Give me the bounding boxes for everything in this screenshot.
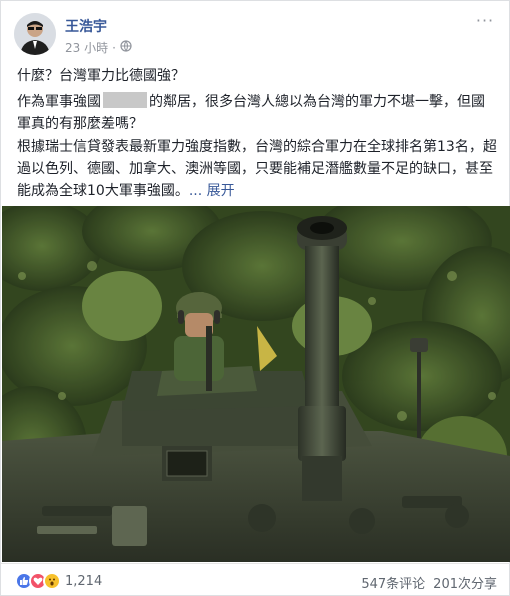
post-text-paragraph2: 作為軍事強國 的鄰居，很多台灣人總以為台灣的軍力不堪一擊，但國軍真的有那麼差嗎？ [17,91,497,135]
engagement-stats: 547条评论 201次分享 [361,573,497,592]
meta-separator: · [112,40,116,55]
reaction-count: 1,214 [65,573,103,589]
wow-icon [43,572,61,590]
author-name[interactable]: 王浩宇 [65,16,107,36]
post-meta: 23 小時 · [65,39,132,56]
comments-count-link[interactable]: 547条评论 [361,573,425,592]
author-avatar[interactable] [14,13,56,55]
more-options-button[interactable]: ··· [471,11,499,31]
paragraph3-body: 根據瑞士信貸發表最新軍力強度指數，台灣的綜合軍力在全球排名第13名，超過以色列、… [17,139,497,199]
paragraph2-part-a: 作為軍事強國 [17,94,101,110]
post-photo-tank-soldier[interactable] [2,206,510,562]
globe-icon[interactable] [120,40,132,55]
post-text-paragraph3: 根據瑞士信貸發表最新軍力強度指數，台灣的綜合軍力在全球排名第13名，超過以色列、… [17,136,497,202]
see-more-link[interactable]: ... 展开 [189,183,235,199]
reactions-summary[interactable]: 1,214 [15,572,102,590]
redaction-block [103,92,147,108]
shares-count-link[interactable]: 201次分享 [433,573,497,592]
post-footer: 1,214 547条评论 201次分享 [1,563,510,596]
facebook-post-card: 王浩宇 23 小時 · ··· 什麼？台灣軍力比德國強？ 作為軍事強國 的鄰居，很… [0,0,510,596]
post-text-line1: 什麼？台灣軍力比德國強？ [17,68,185,84]
post-timestamp[interactable]: 23 小時 [65,39,108,56]
